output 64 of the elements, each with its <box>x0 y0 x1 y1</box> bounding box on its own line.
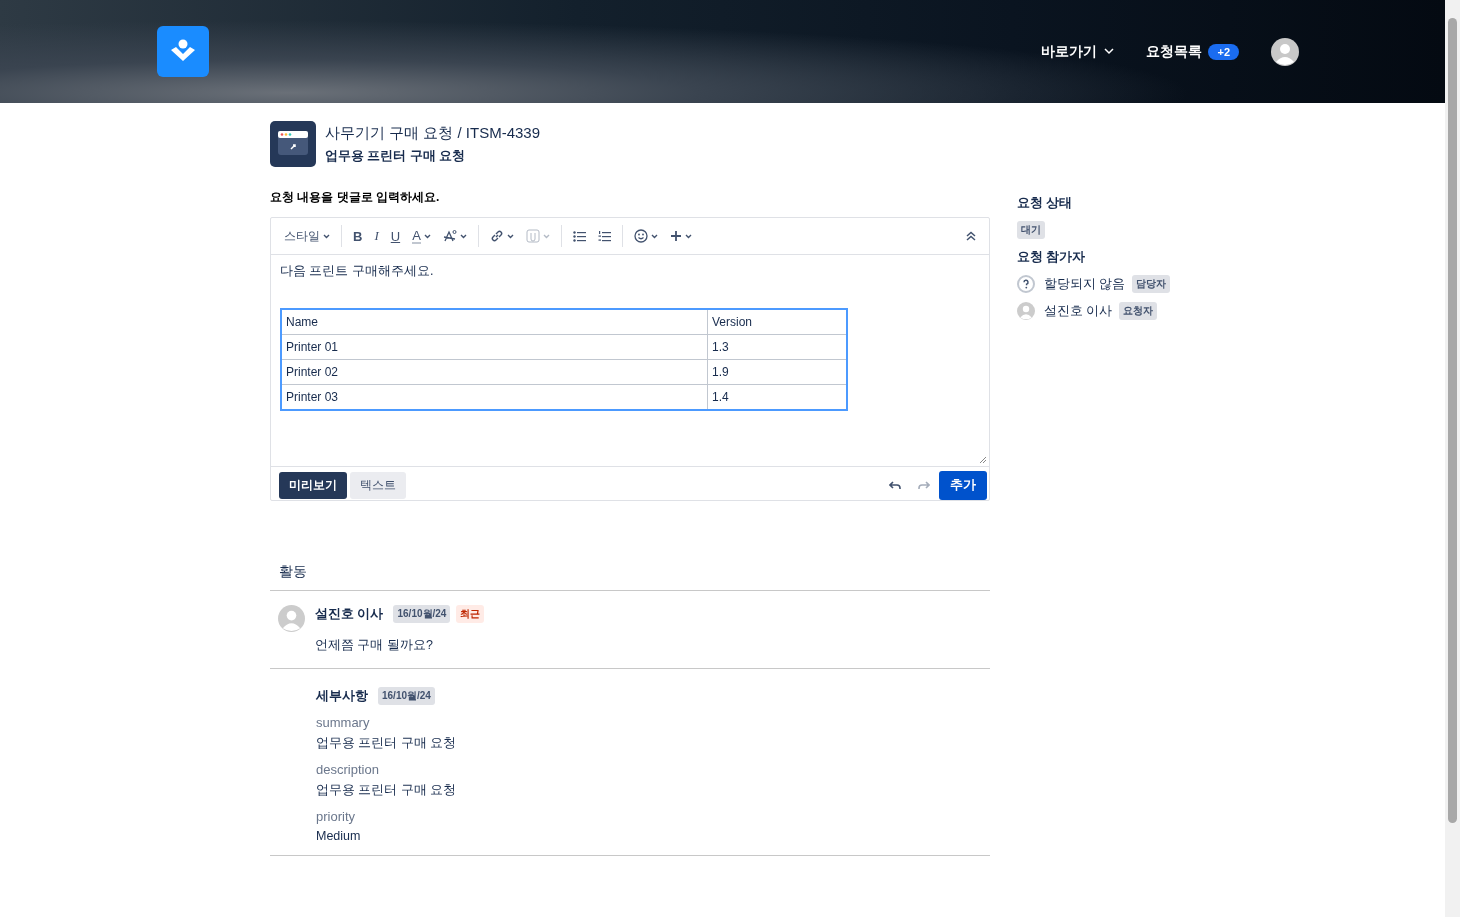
nav-link[interactable]: 요청목록 <box>1146 42 1203 61</box>
plus-icon <box>669 230 682 242</box>
comment-author: 설진호 이사 <box>315 605 384 623</box>
logo-icon[interactable] <box>157 26 209 77</box>
redo-icon <box>917 480 930 490</box>
request-summary: 업무용 프린터 구매 요청 <box>325 148 467 165</box>
status-lozenge: 대기 <box>1017 221 1045 239</box>
mode-tab[interactable]: 텍스트 <box>350 471 406 499</box>
double-chevron-up-icon <box>966 231 976 241</box>
editor-table[interactable]: Name Version Printer 01 1.3 Printer 02 1.9 Printer 03 1.4 <box>280 308 848 411</box>
table-cell[interactable]: Printer 01 <box>281 334 708 360</box>
recent-lozenge: 최근 <box>456 605 485 623</box>
avatar-icon <box>1017 302 1035 320</box>
date-lozenge: 16/10월/24 <box>393 605 451 623</box>
bold-button[interactable]: B <box>348 225 368 247</box>
caret-icon <box>423 233 431 239</box>
participant-name: 할당되지 않음 <box>1044 275 1126 293</box>
link-icon <box>489 229 504 243</box>
activity-heading: 활동 <box>270 563 990 591</box>
avatar-icon <box>278 605 305 632</box>
field-label: priority <box>316 809 356 824</box>
undo-icon <box>889 480 902 490</box>
smiley-icon <box>633 229 648 243</box>
editor-prompt: 요청 내용을 댓글로 입력하세요. <box>270 189 441 206</box>
caret-icon <box>459 233 467 239</box>
underline-button[interactable]: U <box>385 225 406 247</box>
style-button[interactable]: 스타일 <box>279 224 335 248</box>
caret-icon <box>506 233 514 239</box>
comment-text: 언제쯤 구매 될까요? <box>315 637 434 654</box>
status-heading: 요청 상태 <box>1017 195 1073 212</box>
participant-name: 설진호 이사 <box>1044 302 1113 320</box>
resize-handle-icon[interactable] <box>979 456 987 464</box>
field-label: summary <box>316 715 371 730</box>
editor-text: 다음 프린트 구매해주세요. <box>280 263 435 280</box>
paperclip-icon <box>525 229 540 243</box>
details-heading: 세부사항 <box>316 687 368 705</box>
field-value: 업무용 프린터 구매 요청 <box>316 782 458 799</box>
unknown-user-icon <box>1017 275 1035 293</box>
add-button[interactable]: 추가 <box>939 470 987 500</box>
caret-icon <box>542 233 550 239</box>
field-value: 업무용 프린터 구매 요청 <box>316 735 458 752</box>
chevron-down-icon <box>1104 48 1115 55</box>
caret-icon <box>650 233 658 239</box>
numbered-list-icon <box>597 230 611 242</box>
participants-heading: 요청 참가자 <box>1017 249 1086 266</box>
field-label: description <box>316 762 380 777</box>
clear-format-icon <box>442 229 457 243</box>
color-button[interactable]: A <box>407 225 436 247</box>
role-lozenge: 요청자 <box>1119 302 1158 320</box>
scrollbar[interactable] <box>1445 0 1460 917</box>
avatar-icon[interactable] <box>1271 37 1299 66</box>
field-value: Medium <box>316 829 362 843</box>
italic-button[interactable]: I <box>369 225 384 247</box>
count-badge: +2 <box>1208 43 1239 60</box>
bullet-list-icon <box>572 230 586 242</box>
mode-tab[interactable]: 미리보기 <box>279 471 347 499</box>
caret-icon <box>684 233 692 239</box>
date-lozenge: 16/10월/24 <box>378 687 435 705</box>
nav-dropdown[interactable]: 바로가기 <box>1041 42 1115 61</box>
table-cell[interactable]: Printer 02 <box>281 359 708 385</box>
table-header-cell[interactable]: Name <box>281 309 708 335</box>
caret-icon <box>323 233 330 239</box>
role-lozenge: 담당자 <box>1132 275 1171 293</box>
request-title: 사무기기 구매 요청 / ITSM-4339 <box>325 124 541 143</box>
